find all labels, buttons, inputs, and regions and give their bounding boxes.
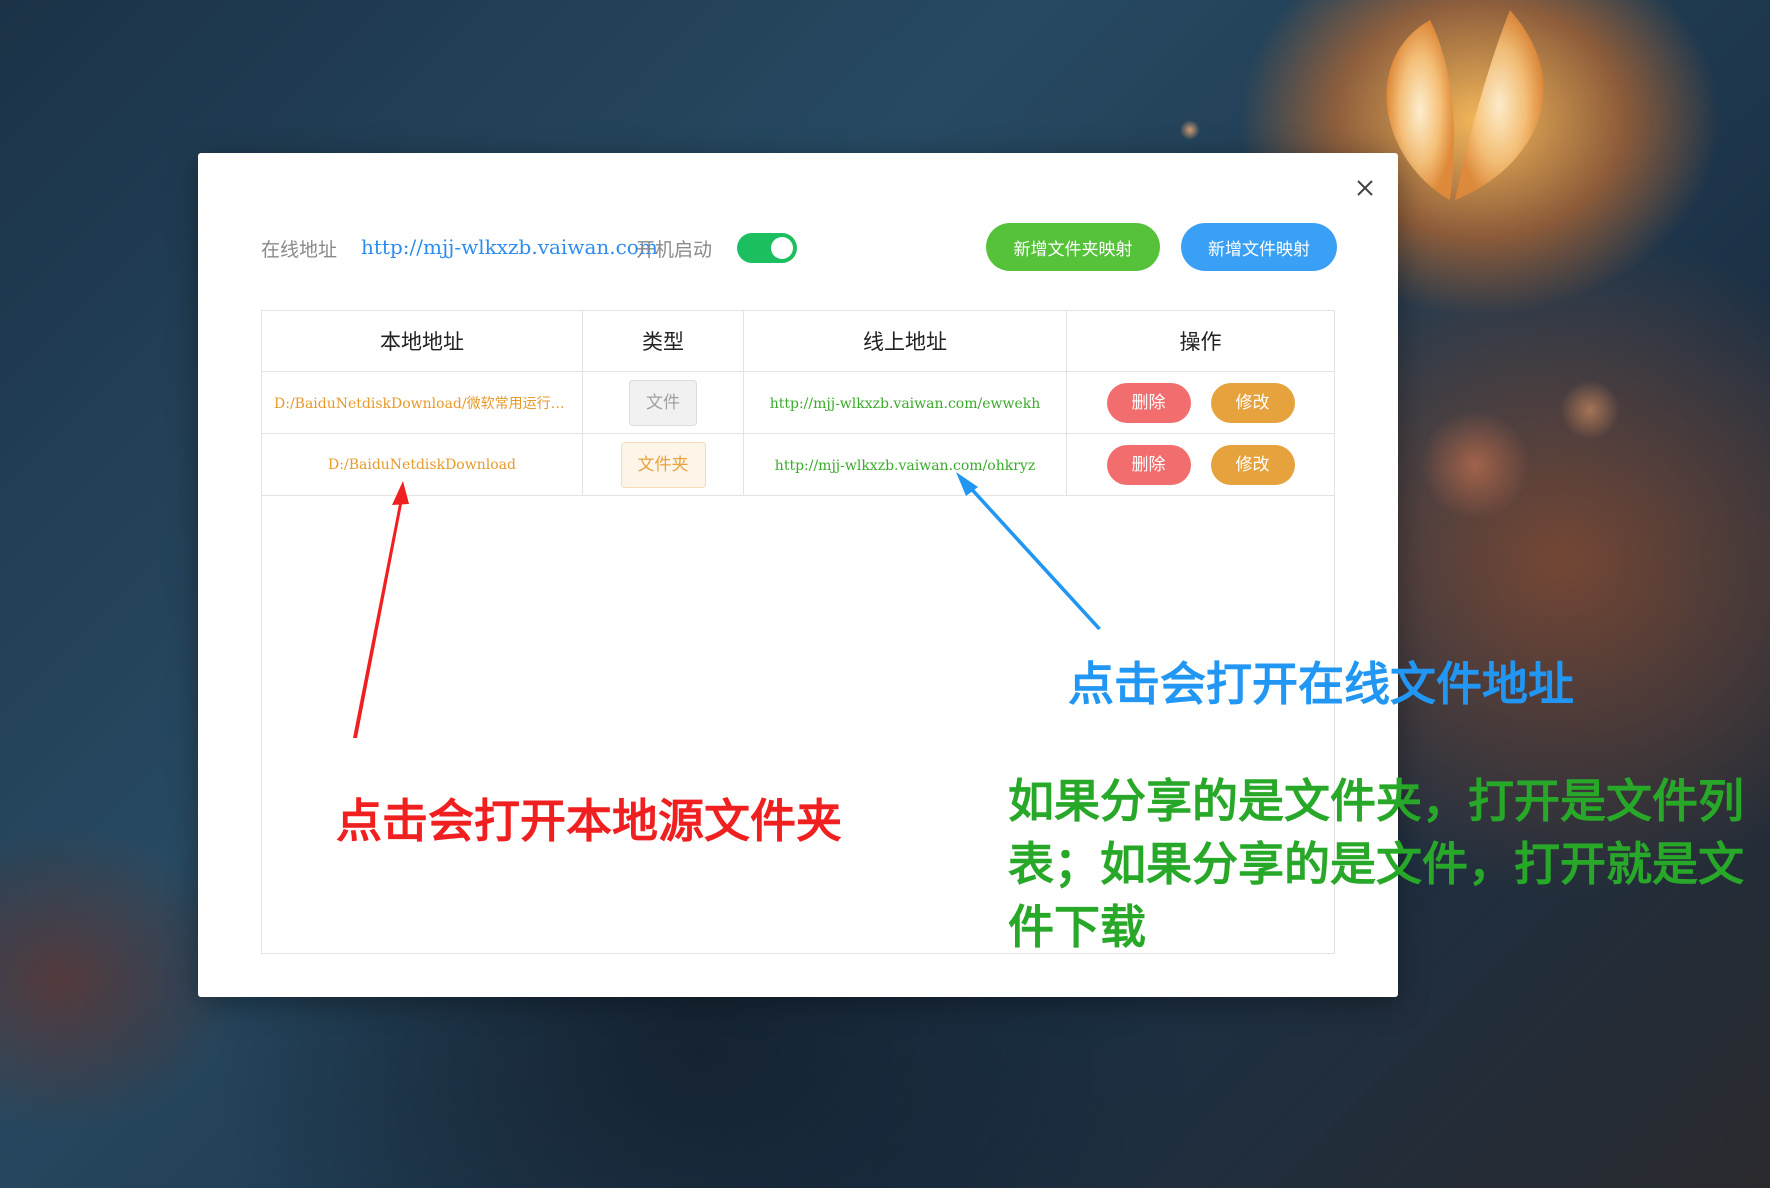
- bokeh-light: [1560, 380, 1620, 440]
- delete-button[interactable]: 删除: [1106, 382, 1191, 423]
- annotation-local-folder: 点击会打开本地源文件夹: [336, 794, 842, 848]
- bokeh-light: [1420, 410, 1530, 520]
- table-row: D:/BaiduNetdiskDownload 文件夹 http://mjj-w…: [262, 433, 1334, 496]
- local-path-link[interactable]: D:/BaiduNetdiskDownload: [262, 457, 582, 473]
- local-path-cell: D:/BaiduNetdiskDownload: [262, 433, 583, 496]
- boot-start-toggle[interactable]: [737, 233, 797, 263]
- column-header-actions: 操作: [1066, 311, 1334, 372]
- annotation-share-behavior: 如果分享的是文件夹，打开是文件列表；如果分享的是文件，打开就是文件下载: [1008, 774, 1744, 954]
- online-address-label: 在线地址: [261, 239, 338, 261]
- online-address-link[interactable]: http://mjj-wlkxzb.vaiwan.com: [361, 235, 658, 259]
- delete-button[interactable]: 删除: [1106, 444, 1191, 485]
- column-header-type: 类型: [582, 311, 744, 372]
- local-path-cell: D:/BaiduNetdiskDownload/微软常用运行库...: [262, 371, 583, 434]
- close-icon[interactable]: [1354, 177, 1376, 199]
- type-tag-file: 文件: [629, 379, 697, 426]
- type-cell: 文件夹: [582, 433, 744, 496]
- edit-button[interactable]: 修改: [1210, 382, 1295, 423]
- online-url-cell: http://mjj-wlkxzb.vaiwan.com/ohkryz: [743, 433, 1067, 496]
- column-header-local: 本地地址: [262, 311, 583, 372]
- local-path-link[interactable]: D:/BaiduNetdiskDownload/微软常用运行库...: [262, 393, 582, 413]
- actions-cell: 删除 修改: [1066, 433, 1334, 496]
- online-url-link[interactable]: http://mjj-wlkxzb.vaiwan.com/ewwekh: [770, 396, 1041, 412]
- table-row: D:/BaiduNetdiskDownload/微软常用运行库... 文件 ht…: [262, 371, 1334, 434]
- toolbar: 在线地址 http://mjj-wlkxzb.vaiwan.com 开机启动 新…: [261, 223, 1338, 271]
- type-cell: 文件: [582, 371, 744, 434]
- annotation-online-url: 点击会打开在线文件地址: [1068, 657, 1574, 711]
- edit-button[interactable]: 修改: [1210, 444, 1295, 485]
- toggle-knob: [771, 237, 793, 259]
- column-header-online: 线上地址: [743, 311, 1067, 372]
- add-folder-mapping-button[interactable]: 新增文件夹映射: [986, 223, 1160, 271]
- type-tag-folder: 文件夹: [620, 441, 706, 488]
- bokeh-light: [1180, 120, 1200, 140]
- boot-start-label: 开机启动: [636, 239, 713, 261]
- add-file-mapping-button[interactable]: 新增文件映射: [1181, 223, 1337, 271]
- table-header-row: 本地地址 类型 线上地址 操作: [262, 311, 1334, 372]
- actions-cell: 删除 修改: [1066, 371, 1334, 434]
- online-url-cell: http://mjj-wlkxzb.vaiwan.com/ewwekh: [743, 371, 1067, 434]
- online-url-link[interactable]: http://mjj-wlkxzb.vaiwan.com/ohkryz: [775, 458, 1035, 474]
